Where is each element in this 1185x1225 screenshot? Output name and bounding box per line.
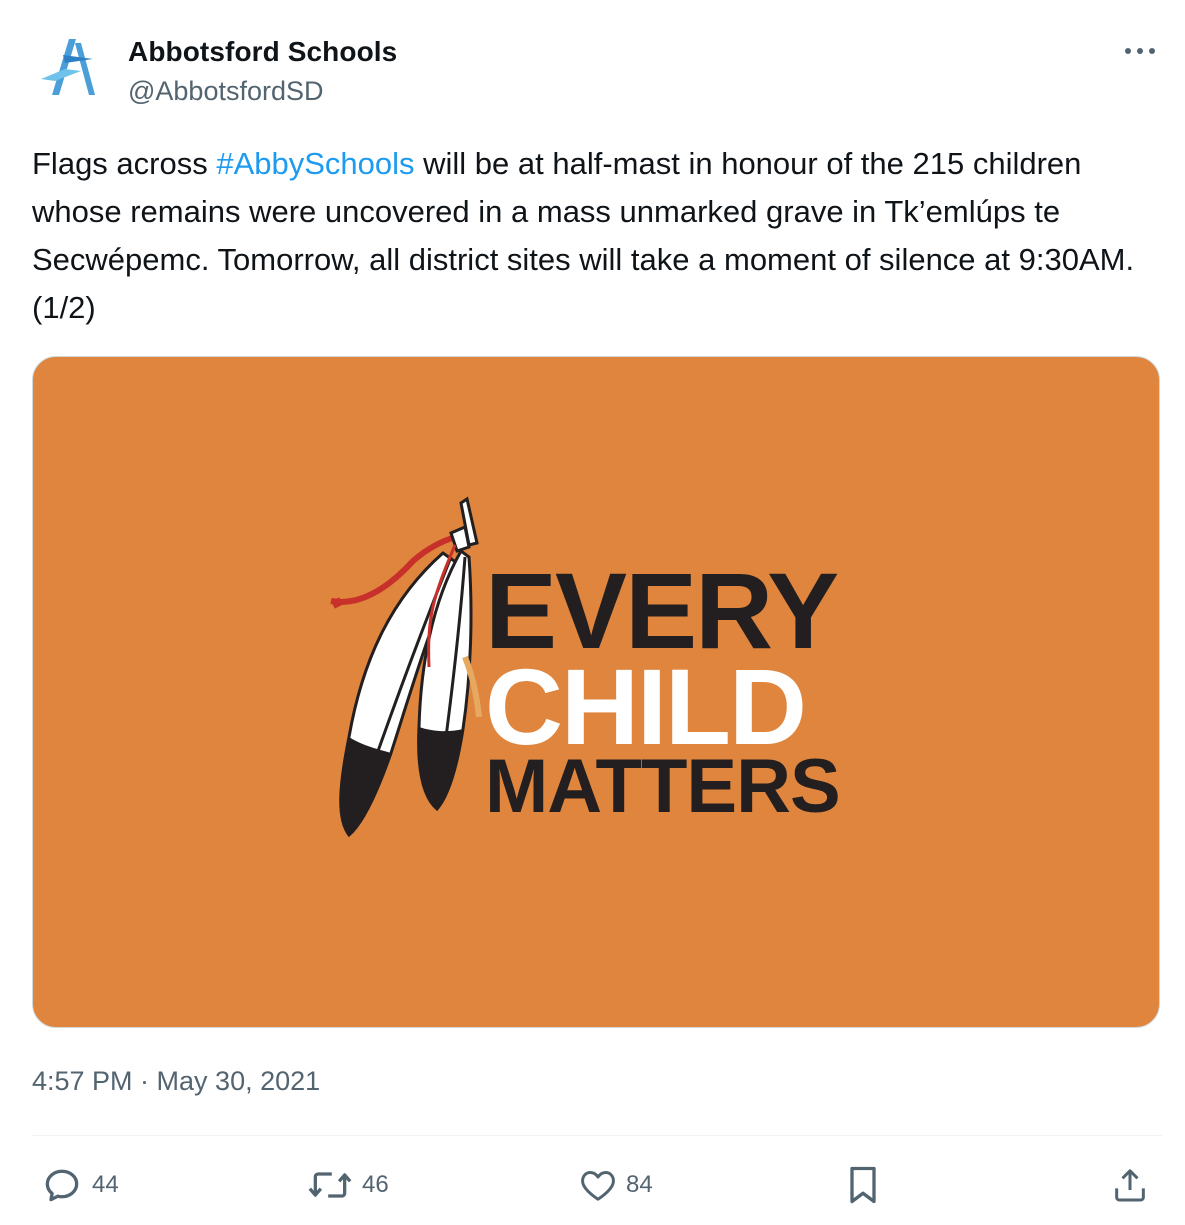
logo-line-matters: MATTERS (485, 744, 841, 829)
reply-count: 44 (92, 1171, 119, 1198)
like-button[interactable]: 84 (578, 1162, 653, 1208)
tweet-card: Abbotsford Schools @AbbotsfordSD Flags a… (0, 0, 1185, 1225)
more-icon (1125, 48, 1155, 54)
avatar[interactable] (32, 30, 108, 106)
heart-icon (581, 1171, 615, 1201)
hashtag-link[interactable]: #AbbySchools (216, 146, 414, 181)
tweet-timestamp[interactable]: 4:57 PM · May 30, 2021 (32, 1066, 320, 1097)
reply-button[interactable]: 44 (40, 1162, 119, 1208)
retweet-icon (308, 1172, 352, 1198)
share-button[interactable] (1110, 1162, 1150, 1208)
reply-icon (45, 1169, 79, 1202)
tweet-text-part: Flags across (32, 146, 217, 181)
divider (32, 1135, 1162, 1136)
retweet-button[interactable]: 46 (306, 1162, 389, 1208)
abbotsford-logo-icon (41, 39, 95, 95)
more-options-button[interactable] (1118, 36, 1162, 66)
author-handle[interactable]: @AbbotsfordSD (128, 76, 324, 107)
share-icon (1115, 1169, 1145, 1202)
retweet-count: 46 (362, 1171, 389, 1198)
tweet-text: Flags across #AbbySchools will be at hal… (32, 140, 1162, 332)
bookmark-button[interactable] (844, 1162, 882, 1208)
like-count: 84 (626, 1171, 653, 1198)
bookmark-icon (850, 1166, 876, 1204)
author-display-name[interactable]: Abbotsford Schools (128, 36, 397, 68)
tweet-image[interactable]: EVERY CHILD MATTERS (32, 356, 1160, 1028)
